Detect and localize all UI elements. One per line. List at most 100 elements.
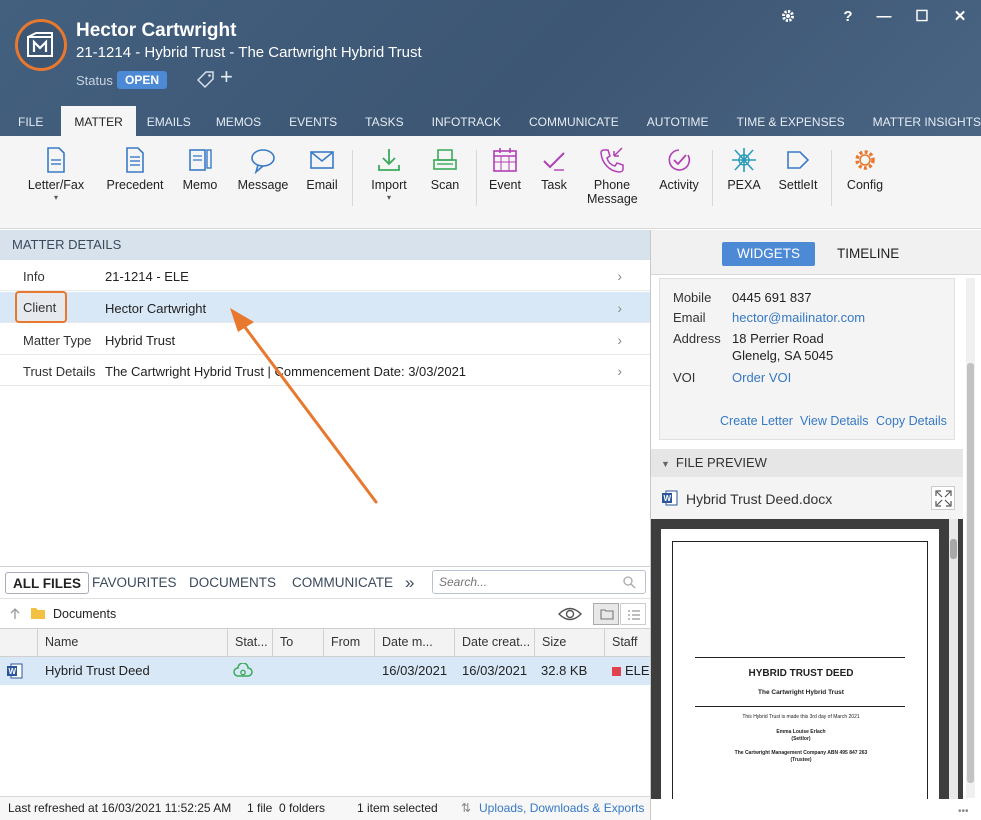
ribbon-separator <box>831 150 832 206</box>
activity-icon <box>668 149 691 171</box>
activity-button[interactable]: Activity <box>657 146 701 192</box>
tab-infotrack[interactable]: INFOTRACK <box>418 106 515 136</box>
column-header-status[interactable]: Stat... <box>228 629 273 656</box>
download-icon <box>378 149 400 171</box>
matter-row-info[interactable]: Info 21-1214 - ELE › <box>0 260 650 291</box>
copy-details-link[interactable]: Copy Details <box>876 414 947 428</box>
close-icon[interactable]: ✕ <box>950 6 970 26</box>
chevron-down-icon: ▾ <box>53 193 58 202</box>
ribbon-separator <box>352 150 353 206</box>
tab-memos[interactable]: MEMOS <box>202 106 275 136</box>
memo-button[interactable]: Memo <box>178 146 222 192</box>
list-icon <box>628 610 640 620</box>
import-button[interactable]: Import ▾ <box>366 146 412 202</box>
memo-label: Memo <box>182 178 218 192</box>
last-refreshed-text: Last refreshed at 16/03/2021 11:52:25 AM <box>8 801 232 815</box>
tab-events[interactable]: EVENTS <box>275 106 351 136</box>
add-tag-icon[interactable]: + <box>220 66 233 88</box>
row-label: Matter Type <box>23 333 92 348</box>
tab-documents[interactable]: DOCUMENTS <box>182 572 283 594</box>
size-cell: 32.8 KB <box>541 663 588 678</box>
column-header-staff[interactable]: Staff <box>605 629 650 656</box>
scrollbar-thumb[interactable] <box>967 363 974 783</box>
column-header-name[interactable]: Name <box>38 629 228 656</box>
folder-outline-icon <box>600 609 614 620</box>
help-icon[interactable]: ? <box>838 6 858 26</box>
tab-tasks[interactable]: TASKS <box>351 106 417 136</box>
calendar-icon <box>493 148 517 172</box>
right-panel-scrollbar[interactable] <box>966 278 975 798</box>
email-link[interactable]: hector@mailinator.com <box>732 310 865 325</box>
config-button[interactable]: Config <box>842 146 888 192</box>
doc-title: HYBRID TRUST DEED <box>748 668 854 679</box>
tab-time-expenses[interactable]: TIME & EXPENSES <box>723 106 859 136</box>
tab-autotime[interactable]: AUTOTIME <box>633 106 723 136</box>
pexa-button[interactable]: PEXA <box>725 146 763 192</box>
svg-text:W: W <box>664 494 672 503</box>
breadcrumb-folder[interactable]: Documents <box>53 607 116 621</box>
create-letter-link[interactable]: Create Letter <box>720 414 793 428</box>
file-preview-header[interactable]: ▼ FILE PREVIEW <box>651 449 963 477</box>
row-value: 21-1214 - ELE <box>105 269 189 284</box>
settleit-button[interactable]: SettleIt <box>774 146 822 192</box>
precedent-button[interactable]: Precedent <box>103 146 167 192</box>
tab-file[interactable]: FILE <box>0 106 61 136</box>
message-button[interactable]: Message <box>235 146 291 192</box>
tab-communicate[interactable]: COMMUNICATE <box>515 106 633 136</box>
tab-communicate-files[interactable]: COMMUNICATE <box>285 572 400 594</box>
search-box <box>432 570 646 594</box>
table-row[interactable]: W Hybrid Trust Deed 16/03/2021 16/03/202… <box>0 657 650 685</box>
phone-message-button[interactable]: Phone Message <box>587 146 638 206</box>
ribbon-toolbar: Letter/Fax ▾ Precedent Memo Message Emai… <box>0 136 981 229</box>
client-label-highlight[interactable]: Client <box>15 291 67 323</box>
preview-scrollbar[interactable] <box>949 519 958 799</box>
expand-icon[interactable] <box>931 486 955 510</box>
tab-all-files[interactable]: ALL FILES <box>5 572 90 594</box>
scan-button[interactable]: Scan <box>425 146 465 192</box>
list-view-toggle[interactable] <box>620 603 646 625</box>
status-badge[interactable]: OPEN <box>117 71 168 89</box>
column-header-to[interactable]: To <box>273 629 324 656</box>
doc-line-3: (Settlor) <box>791 736 811 742</box>
precedent-icon <box>126 147 144 173</box>
event-button[interactable]: Event <box>486 146 524 192</box>
chevron-right-icon: › <box>617 363 622 379</box>
view-details-link[interactable]: View Details <box>800 414 869 428</box>
letter-fax-button[interactable]: Letter/Fax ▾ <box>25 146 87 202</box>
column-header-from[interactable]: From <box>324 629 375 656</box>
collapse-triangle-icon: ▼ <box>661 459 670 469</box>
file-grid-header: Name Stat... To From Date m... Date crea… <box>0 628 650 657</box>
up-arrow-icon[interactable] <box>9 607 21 620</box>
tab-favourites[interactable]: FAVOURITES <box>85 572 184 594</box>
eye-icon[interactable] <box>558 606 582 622</box>
task-label: Task <box>541 178 567 192</box>
tag-icon[interactable] <box>196 70 215 91</box>
gear-icon[interactable] <box>778 6 798 26</box>
resize-grip-icon[interactable]: ••• <box>958 806 969 817</box>
row-label: Trust Details <box>23 364 96 379</box>
order-voi-link[interactable]: Order VOI <box>732 370 791 385</box>
task-button[interactable]: Task <box>535 146 573 192</box>
word-document-icon: W <box>7 663 23 679</box>
column-header-size[interactable]: Size <box>535 629 605 656</box>
email-button[interactable]: Email <box>302 146 342 192</box>
tab-matter[interactable]: MATTER <box>61 106 136 136</box>
more-tabs-icon[interactable]: » <box>398 572 421 594</box>
file-count-text: 1 file 0 folders <box>247 801 326 815</box>
column-header-date-created[interactable]: Date creat... <box>455 629 535 656</box>
column-header-date-modified[interactable]: Date m... <box>375 629 455 656</box>
annotation-arrow <box>230 308 378 504</box>
search-input[interactable] <box>439 571 619 593</box>
chevron-right-icon: › <box>617 332 622 348</box>
folder-view-toggle[interactable] <box>593 603 619 625</box>
minimize-icon[interactable]: — <box>874 6 894 26</box>
document-preview[interactable]: HYBRID TRUST DEED The Cartwright Hybrid … <box>651 519 963 799</box>
tab-matter-insights[interactable]: MATTER INSIGHTS <box>859 106 981 136</box>
maximize-icon[interactable]: ☐ <box>912 6 932 26</box>
uploads-link[interactable]: Uploads, Downloads & Exports <box>479 797 644 819</box>
tab-widgets[interactable]: WIDGETS <box>722 242 815 266</box>
tab-emails[interactable]: EMAILS <box>136 106 202 136</box>
preview-scrollbar-thumb[interactable] <box>950 539 957 559</box>
search-icon[interactable] <box>623 576 636 589</box>
tab-timeline[interactable]: TIMELINE <box>822 242 914 266</box>
